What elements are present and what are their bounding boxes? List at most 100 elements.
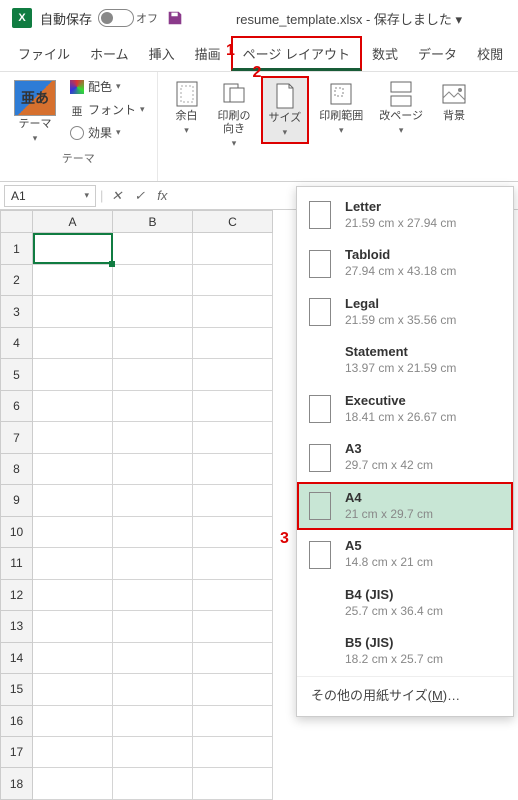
cell[interactable] — [193, 390, 273, 421]
cell[interactable] — [193, 327, 273, 358]
column-header[interactable]: B — [113, 211, 193, 233]
paper-size-option[interactable]: A5 14.8 cm x 21 cm — [297, 530, 513, 578]
cell[interactable] — [33, 359, 113, 390]
row-header[interactable]: 2 — [1, 264, 33, 295]
cell[interactable] — [193, 422, 273, 453]
tab-draw[interactable]: 描画 — [185, 36, 231, 71]
cell[interactable] — [33, 453, 113, 484]
tab-home[interactable]: ホーム — [80, 36, 139, 71]
print-area-button[interactable]: 印刷範囲 ▾ — [313, 76, 369, 140]
row-header[interactable]: 11 — [1, 548, 33, 579]
cell[interactable] — [33, 422, 113, 453]
cell[interactable] — [193, 674, 273, 705]
cell[interactable] — [193, 264, 273, 295]
column-header[interactable]: C — [193, 211, 273, 233]
paper-size-option[interactable]: B5 (JIS) 18.2 cm x 25.7 cm — [297, 627, 513, 675]
row-header[interactable]: 15 — [1, 674, 33, 705]
cell[interactable] — [33, 579, 113, 610]
cell[interactable] — [113, 516, 193, 547]
cell[interactable] — [113, 359, 193, 390]
cancel-icon[interactable]: ✕ — [107, 188, 126, 204]
cell[interactable] — [113, 485, 193, 516]
row-header[interactable]: 9 — [1, 485, 33, 516]
cell[interactable] — [193, 453, 273, 484]
cell[interactable] — [113, 768, 193, 800]
cell[interactable] — [33, 611, 113, 642]
background-button[interactable]: 背景 — [433, 76, 475, 127]
cell[interactable] — [33, 233, 113, 264]
cell[interactable] — [113, 296, 193, 327]
paper-size-option[interactable]: A3 29.7 cm x 42 cm — [297, 433, 513, 481]
size-button[interactable]: 2 サイズ ▾ — [261, 76, 310, 144]
cell[interactable] — [193, 548, 273, 579]
tab-page-layout[interactable]: ページ レイアウト — [231, 36, 362, 71]
cell[interactable] — [113, 390, 193, 421]
cell[interactable] — [193, 485, 273, 516]
row-header[interactable]: 7 — [1, 422, 33, 453]
cell[interactable] — [33, 390, 113, 421]
tab-review[interactable]: 校閲 — [467, 36, 513, 71]
colors-menu[interactable]: 配色 ▾ — [66, 76, 149, 97]
row-header[interactable]: 3 — [1, 296, 33, 327]
row-header[interactable]: 16 — [1, 705, 33, 736]
cell[interactable] — [193, 768, 273, 800]
tab-file[interactable]: ファイル — [8, 36, 80, 71]
cell[interactable] — [33, 327, 113, 358]
row-header[interactable]: 1 — [1, 233, 33, 264]
paper-size-option[interactable]: Tabloid 27.94 cm x 43.18 cm — [297, 239, 513, 287]
cell[interactable] — [113, 705, 193, 736]
tab-formulas[interactable]: 数式 — [362, 36, 408, 71]
cell[interactable] — [113, 674, 193, 705]
cell[interactable] — [33, 642, 113, 673]
row-header[interactable]: 13 — [1, 611, 33, 642]
cell[interactable] — [113, 327, 193, 358]
row-header[interactable]: 18 — [1, 768, 33, 800]
tab-insert[interactable]: 挿入 — [139, 36, 185, 71]
margins-button[interactable]: 余白 ▾ — [166, 76, 208, 140]
fx-icon[interactable]: fx — [153, 188, 171, 203]
row-header[interactable]: 12 — [1, 579, 33, 610]
more-paper-sizes[interactable]: その他の用紙サイズ(M)… — [297, 676, 513, 712]
filename-label[interactable]: resume_template.xlsx - 保存しました ▾ — [192, 9, 506, 28]
paper-size-option[interactable]: B4 (JIS) 25.7 cm x 36.4 cm — [297, 579, 513, 627]
themes-button[interactable]: 亜あ テーマ ▾ — [8, 76, 62, 148]
cell[interactable] — [193, 359, 273, 390]
cell[interactable] — [193, 516, 273, 547]
fonts-menu[interactable]: 亜 フォント ▾ — [66, 99, 149, 120]
select-all-cell[interactable] — [1, 211, 33, 233]
cell[interactable] — [33, 548, 113, 579]
cell[interactable] — [33, 264, 113, 295]
tab-data[interactable]: データ — [408, 36, 467, 71]
cell[interactable] — [193, 736, 273, 767]
cell[interactable] — [113, 642, 193, 673]
row-header[interactable]: 6 — [1, 390, 33, 421]
cell[interactable] — [113, 233, 193, 264]
cell[interactable] — [193, 705, 273, 736]
effects-menu[interactable]: 効果 ▾ — [66, 122, 149, 143]
row-header[interactable]: 4 — [1, 327, 33, 358]
cell[interactable] — [33, 516, 113, 547]
name-box[interactable]: A1 ▾ — [4, 185, 96, 207]
cell[interactable] — [193, 233, 273, 264]
cell[interactable] — [33, 674, 113, 705]
row-header[interactable]: 8 — [1, 453, 33, 484]
cell[interactable] — [33, 768, 113, 800]
cell[interactable] — [113, 611, 193, 642]
paper-size-option[interactable]: Statement 13.97 cm x 21.59 cm — [297, 336, 513, 384]
cell[interactable] — [113, 453, 193, 484]
paper-size-option[interactable]: Legal 21.59 cm x 35.56 cm — [297, 288, 513, 336]
orientation-button[interactable]: 印刷の 向き ▾ — [212, 76, 257, 153]
cell[interactable] — [193, 642, 273, 673]
enter-icon[interactable]: ✓ — [130, 188, 149, 204]
row-header[interactable]: 17 — [1, 736, 33, 767]
paper-size-option[interactable]: Letter 21.59 cm x 27.94 cm — [297, 191, 513, 239]
cell[interactable] — [113, 548, 193, 579]
autosave-control[interactable]: 自動保存 オフ — [40, 9, 158, 28]
paper-size-option[interactable]: Executive 18.41 cm x 26.67 cm — [297, 385, 513, 433]
column-header[interactable]: A — [33, 211, 113, 233]
cell[interactable] — [193, 611, 273, 642]
paper-size-option[interactable]: A4 21 cm x 29.7 cm — [297, 482, 513, 530]
cell[interactable] — [33, 485, 113, 516]
autosave-toggle[interactable] — [98, 9, 134, 27]
row-header[interactable]: 5 — [1, 359, 33, 390]
